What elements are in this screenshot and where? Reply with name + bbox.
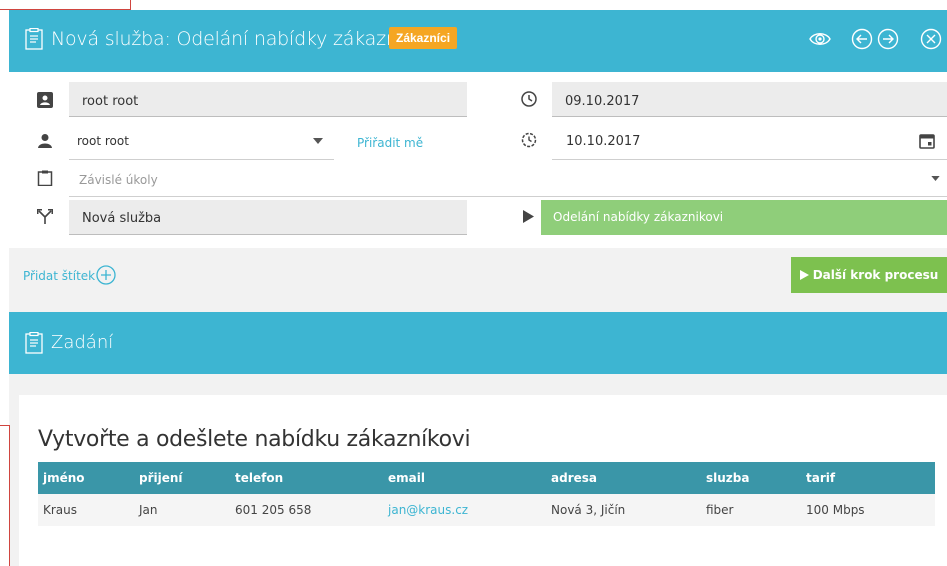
category-badge[interactable]: Zákazníci — [389, 27, 458, 49]
assignment-heading: Vytvořte a odešlete nabídku zákazníkovi — [38, 427, 471, 452]
background-divider — [130, 0, 131, 10]
table-cell: Jan — [134, 494, 230, 526]
clipboard-icon — [25, 28, 43, 50]
next-step-button[interactable]: Další krok procesu — [791, 257, 947, 293]
due-date-underline — [552, 159, 947, 160]
column-header: adresa — [546, 462, 701, 494]
next-step-label: Další krok procesu — [812, 268, 939, 282]
email-link[interactable]: jan@kraus.cz — [383, 494, 546, 526]
customer-table: jméno přijení telefon email adresa sluzb… — [38, 462, 935, 526]
contact-card-icon — [37, 92, 53, 108]
chevron-down-icon[interactable] — [313, 138, 323, 144]
dependent-tasks-underline — [69, 196, 947, 197]
table-cell: 601 205 658 — [230, 494, 383, 526]
clipboard-icon — [25, 332, 43, 354]
plus-circle-icon[interactable] — [96, 265, 116, 285]
task-dialog: Nová služba: Odelání nabídky zákaznikovi… — [9, 10, 947, 566]
arrow-right-icon[interactable] — [877, 28, 899, 50]
timer-icon — [521, 132, 537, 148]
background-strip — [0, 0, 9, 566]
start-date: 09.10.2017 — [565, 94, 640, 109]
column-header: přijení — [134, 462, 230, 494]
person-icon — [38, 134, 52, 148]
dialog-title: Nová služba: Odelání nabídky zákaznikovi — [51, 28, 441, 50]
column-header: tarif — [801, 462, 935, 494]
section-title: Zadání — [51, 332, 114, 353]
background-divider — [9, 425, 10, 566]
clipboard-outline-icon — [37, 170, 53, 186]
table-cell: Kraus — [38, 494, 134, 526]
dependent-tasks-input[interactable]: Závislé úkoly — [79, 173, 158, 187]
calendar-icon[interactable] — [919, 133, 935, 149]
close-icon[interactable] — [920, 28, 942, 50]
due-date[interactable]: 10.10.2017 — [566, 134, 640, 149]
table-cell: 100 Mbps — [801, 494, 935, 526]
table-cell: Nová 3, Jičín — [546, 494, 701, 526]
column-header: telefon — [230, 462, 383, 494]
process-step-bar: Odelání nabídky zákaznikovi — [541, 200, 947, 235]
table-row: Kraus Jan 601 205 658 jan@kraus.cz Nová … — [38, 494, 935, 526]
eye-icon[interactable] — [809, 28, 831, 50]
play-icon — [799, 270, 809, 280]
column-header: email — [383, 462, 546, 494]
table-cell: fiber — [701, 494, 801, 526]
assignee-name[interactable]: root root — [77, 134, 129, 148]
assignee-underline — [69, 159, 334, 160]
fork-icon — [37, 209, 53, 224]
table-header-row: jméno přijení telefon email adresa sluzb… — [38, 462, 935, 494]
clock-icon — [521, 91, 537, 107]
section-header: Zadání — [9, 312, 947, 374]
play-icon — [523, 210, 534, 223]
owner-name: root root — [82, 94, 139, 109]
dialog-header: Nová služba: Odelání nabídky zákaznikovi… — [9, 10, 947, 72]
add-tag-link[interactable]: Přidat štítek — [23, 269, 95, 283]
column-header: sluzba — [701, 462, 801, 494]
column-header: jméno — [38, 462, 134, 494]
process-name: Nová služba — [82, 211, 162, 226]
assign-me-link[interactable]: Přiřadit mě — [357, 136, 423, 150]
arrow-left-icon[interactable] — [851, 28, 873, 50]
background-divider — [0, 425, 9, 426]
chevron-down-icon[interactable] — [931, 176, 940, 181]
assignment-card: Vytvořte a odešlete nabídku zákazníkovi … — [19, 395, 947, 566]
